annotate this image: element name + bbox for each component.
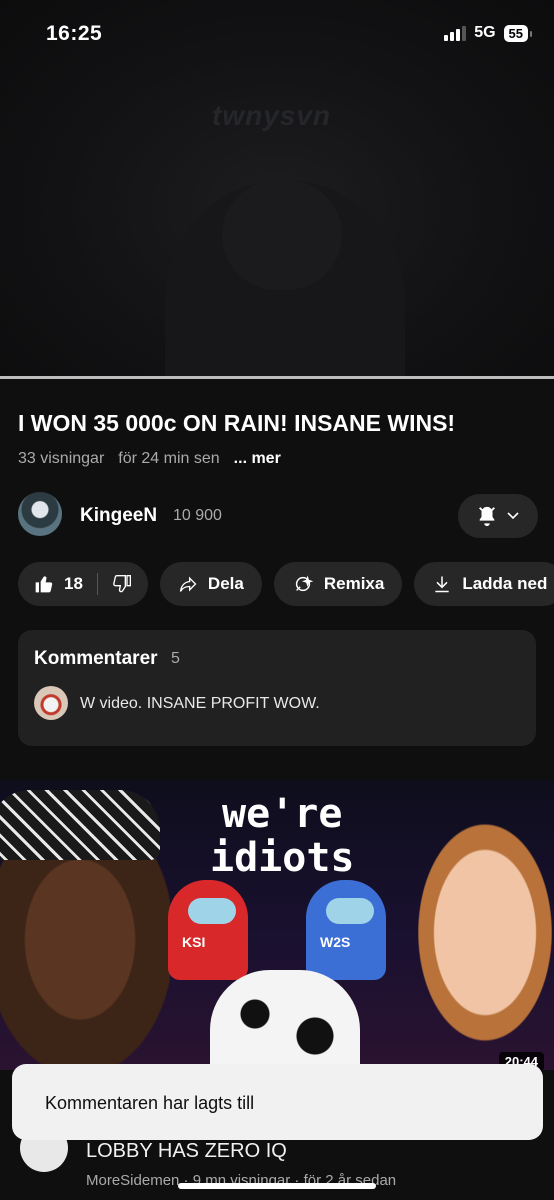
crewmate-red-visor <box>188 898 236 924</box>
comments-title: Kommentarer <box>34 648 158 669</box>
upload-age: för 24 min sen <box>118 450 220 467</box>
thumbnail-caption-line2: idiots <box>210 835 355 881</box>
comments-card[interactable]: Kommentarer 5 W video. INSANE PROFIT WOW… <box>18 630 536 746</box>
channel-avatar[interactable] <box>18 492 62 536</box>
recommended-thumbnail[interactable]: we're idiots KSI W2S 20:44 <box>0 780 554 1070</box>
home-indicator[interactable] <box>178 1183 376 1189</box>
like-count: 18 <box>64 574 83 593</box>
subscriber-count: 10 900 <box>173 507 222 524</box>
status-time: 16:25 <box>46 22 103 45</box>
notification-bell-button[interactable] <box>458 494 538 538</box>
thumbs-down-icon[interactable] <box>112 574 132 594</box>
comments-count: 5 <box>171 650 180 667</box>
network-type: 5G <box>474 24 496 41</box>
video-meta[interactable]: 33 visningar för 24 min sen ... mer <box>18 450 281 468</box>
top-comment-text: W video. INSANE PROFIT WOW. <box>80 695 320 712</box>
video-progress-bar[interactable] <box>0 376 554 379</box>
action-bar: 18 Dela Remixa Ladda ned <box>18 562 554 606</box>
download-icon <box>435 576 449 593</box>
crewmate-red: KSI <box>168 880 248 980</box>
channel-name[interactable]: KingeeN <box>80 505 157 527</box>
crewmate-blue-label: W2S <box>320 934 351 950</box>
share-button[interactable]: Dela <box>159 562 262 606</box>
video-title: I WON 35 000c ON RAIN! INSANE WINS! <box>18 410 456 436</box>
recommended-title[interactable]: LOBBY HAS ZERO IQ <box>86 1140 287 1163</box>
remix-button[interactable]: Remixa <box>273 562 403 606</box>
crewmate-blue-visor <box>326 898 374 924</box>
player-watermark: twnysvn <box>212 100 332 131</box>
bell-icon <box>479 506 495 527</box>
like-dislike-group: 18 <box>18 562 148 606</box>
thumbnail-caption-line1: we're <box>222 791 343 837</box>
like-button[interactable]: 18 <box>34 574 83 594</box>
thumbs-up-icon <box>35 576 53 593</box>
remix-label: Remixa <box>323 574 385 593</box>
signal-icon <box>444 25 467 41</box>
share-icon <box>179 576 197 592</box>
more-link[interactable]: ... mer <box>234 450 281 468</box>
thumbnail-person-right <box>400 820 554 1070</box>
like-divider <box>96 573 98 595</box>
thumbnail-bandana <box>0 790 160 860</box>
download-button[interactable]: Ladda ned <box>414 562 554 606</box>
thumbnail-cow <box>210 970 360 1070</box>
battery-icon: 55 <box>503 24 533 42</box>
toast-message: Kommentaren har lagts till <box>45 1093 255 1113</box>
crewmate-blue: W2S <box>306 880 386 980</box>
share-label: Dela <box>207 574 244 593</box>
chevron-down-icon <box>507 512 519 520</box>
status-bar: 16:25 5G 55 <box>0 0 554 70</box>
download-label: Ladda ned <box>462 574 548 593</box>
crewmate-red-label: KSI <box>182 934 206 950</box>
player-figure-head <box>222 180 342 290</box>
remix-icon <box>295 575 314 592</box>
channel-row[interactable]: KingeeN 10 900 <box>18 492 538 540</box>
view-count: 33 visningar <box>18 450 105 467</box>
status-indicators: 5G 55 <box>444 24 533 42</box>
commenter-avatar <box>34 686 68 720</box>
thumbnail-caption: we're idiots <box>210 792 355 880</box>
snackbar-toast: Kommentaren har lagts till <box>12 1064 543 1140</box>
